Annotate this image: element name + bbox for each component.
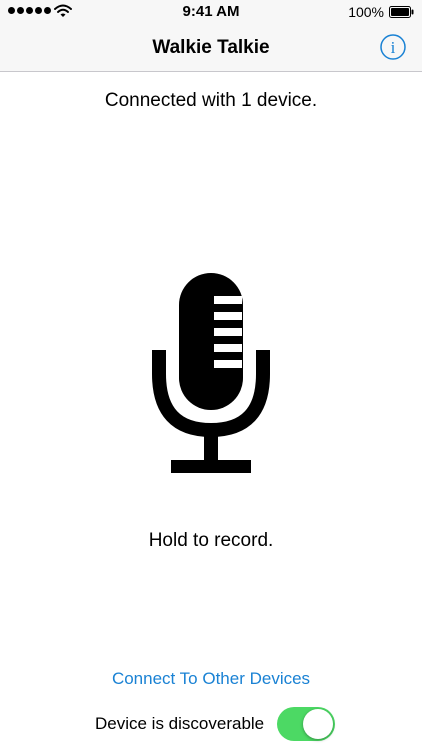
toggle-knob <box>303 709 333 739</box>
connection-status: Connected with 1 device. <box>104 90 318 111</box>
battery-icon <box>389 6 414 18</box>
info-icon-glyph: i <box>391 38 396 57</box>
discoverable-toggle[interactable] <box>277 707 335 741</box>
record-hint: Hold to record. <box>148 530 274 551</box>
discoverable-label: Device is discoverable <box>95 714 265 733</box>
battery-percentage: 100% <box>348 4 384 20</box>
microphone-icon[interactable] <box>150 270 272 476</box>
info-icon[interactable]: i <box>380 34 406 60</box>
status-bar: 9:41 AM 100% <box>0 0 422 24</box>
page-title: Walkie Talkie <box>152 37 270 58</box>
discoverable-row: Device is discoverable <box>0 704 422 742</box>
connect-other-devices-link[interactable]: Connect To Other Devices <box>0 669 422 689</box>
navigation-bar: Walkie Talkie i <box>0 24 422 72</box>
